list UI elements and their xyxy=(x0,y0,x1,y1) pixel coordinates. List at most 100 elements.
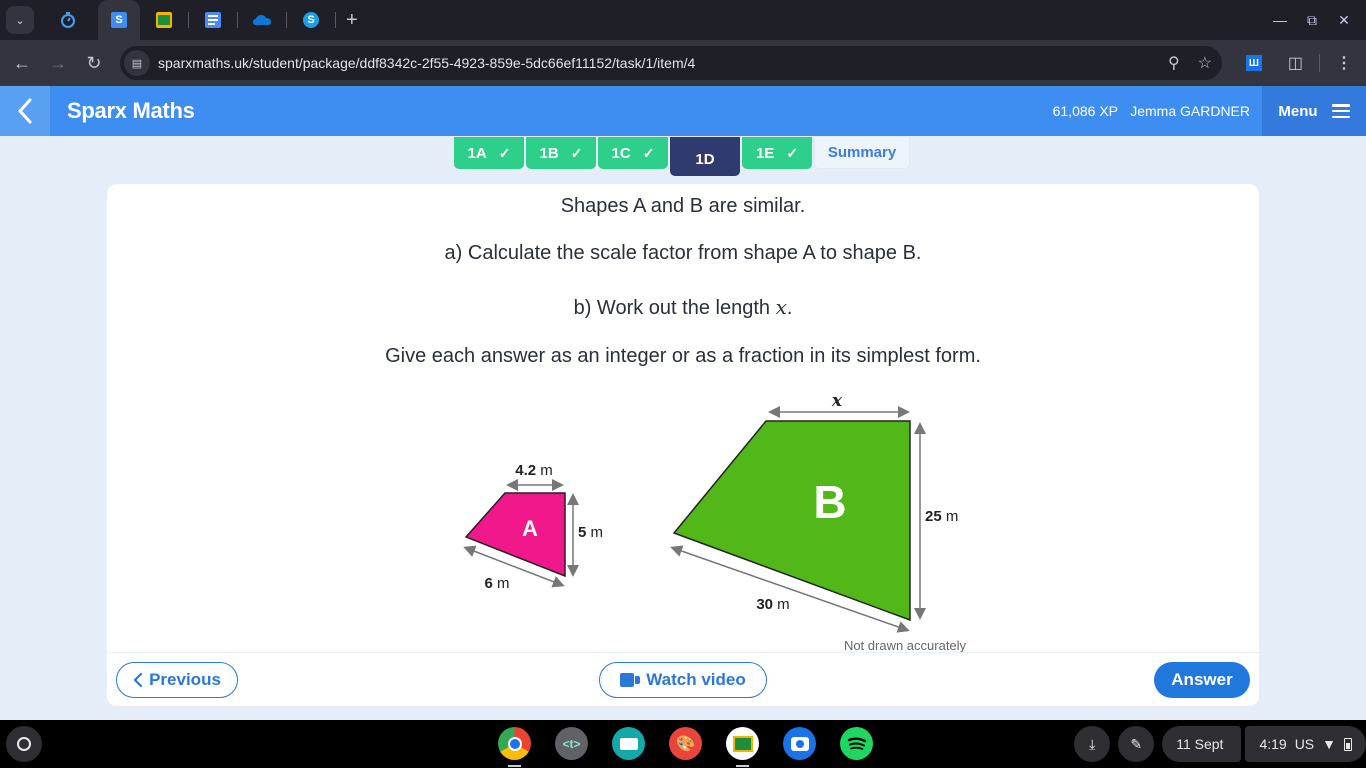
slides-app[interactable] xyxy=(612,727,645,760)
check-icon: ✓ xyxy=(498,144,511,161)
arrow-left-icon: ← xyxy=(13,52,31,73)
app-header: Sparx Maths 61,086 XP Jemma GARDNER Menu xyxy=(0,86,1366,136)
chrome-icon xyxy=(507,736,522,751)
task-tab-label: 1C xyxy=(611,144,631,162)
back-button[interactable]: ← xyxy=(4,53,40,74)
holding-space-button[interactable]: ⤓ xyxy=(1074,726,1111,762)
sparx-extension-icon[interactable]: Ш xyxy=(1245,55,1262,71)
browser-tab-classroom[interactable] xyxy=(140,0,188,40)
hamburger-icon xyxy=(1331,104,1350,118)
url-text[interactable]: sparxmaths.uk/student/package/ddf8342c-2… xyxy=(158,55,695,71)
task-tab-1b[interactable]: 1B ✓ xyxy=(526,137,596,169)
pen-icon: ✎ xyxy=(1130,735,1143,752)
task-tab-1a[interactable]: 1A ✓ xyxy=(454,137,524,169)
task-tab-summary[interactable]: Summary xyxy=(814,137,910,169)
canvas-app[interactable]: 🎨 xyxy=(669,727,702,760)
shape-b: B x 25 m 30 m xyxy=(670,391,958,633)
shape-b-bottom-length: 30 m xyxy=(756,596,789,613)
task-tab-label: 1D xyxy=(695,151,715,168)
task-tab-label: 1E xyxy=(755,144,775,162)
classroom-app[interactable] xyxy=(726,727,759,767)
google-classroom-icon xyxy=(156,12,172,28)
watch-video-button[interactable]: Watch video xyxy=(599,662,767,698)
site-info-button[interactable]: ▤ xyxy=(124,50,150,76)
minimize-icon: — xyxy=(1273,12,1287,28)
camera-icon xyxy=(790,736,809,751)
bookmark-star-icon[interactable]: ☆ xyxy=(1198,53,1212,73)
classroom-icon xyxy=(732,735,753,752)
slides-icon xyxy=(619,737,638,750)
forward-button[interactable]: → xyxy=(40,53,76,74)
part-b-suffix: . xyxy=(786,297,793,319)
tab-divider xyxy=(335,12,336,28)
shape-a-label: A xyxy=(522,516,538,541)
new-tab-button[interactable]: + xyxy=(346,9,358,32)
video-camera-icon xyxy=(620,673,641,687)
sparx-icon: S xyxy=(111,12,127,28)
more-vert-icon[interactable]: ⋮ xyxy=(1336,53,1352,73)
timer-icon xyxy=(61,12,75,28)
launcher-button[interactable] xyxy=(6,726,42,762)
check-icon: ✓ xyxy=(570,144,583,161)
spotify-app[interactable] xyxy=(840,727,873,760)
app-brand[interactable]: Sparx Maths xyxy=(67,98,195,124)
date-display[interactable]: 11 Sept xyxy=(1162,726,1242,762)
spotify-icon xyxy=(847,737,866,750)
browser-tab-onedrive[interactable] xyxy=(238,0,286,40)
task-item-tabs: 1A ✓ 1B ✓ 1C ✓ 1D 1E ✓ Summary xyxy=(454,137,910,176)
task-tab-1c[interactable]: 1C ✓ xyxy=(598,137,668,169)
question-part-a: a) Calculate the scale factor from shape… xyxy=(444,242,922,264)
shape-a-right-length: 5 m xyxy=(578,524,603,541)
task-tab-1e[interactable]: 1E ✓ xyxy=(742,137,812,169)
browser-tab-skype[interactable]: S xyxy=(287,0,335,40)
answer-button[interactable]: Answer xyxy=(1154,662,1250,698)
shape-a-polygon xyxy=(464,492,566,578)
app-back-button[interactable] xyxy=(0,86,50,136)
close-button[interactable]: ✕ xyxy=(1328,12,1360,29)
skype-icon: S xyxy=(303,12,319,28)
app-running-indicator xyxy=(736,765,749,767)
minimize-button[interactable]: — xyxy=(1264,12,1296,28)
variable-x: x xyxy=(775,295,787,319)
question-part-b: b) Work out the length x. xyxy=(107,295,1259,320)
app-running-indicator xyxy=(508,765,521,767)
browser-tab-sparx[interactable]: S xyxy=(98,0,140,40)
reload-button[interactable]: ↻ xyxy=(76,53,112,74)
answer-instructions: Give each answer as an integer or as a f… xyxy=(385,345,981,367)
palette-icon: 🎨 xyxy=(675,735,696,753)
onedrive-icon xyxy=(253,15,271,25)
shape-a-bottom-length: 6 m xyxy=(484,575,509,592)
xp-counter: 61,086 XP xyxy=(1052,103,1118,119)
battery-icon xyxy=(1344,737,1352,751)
question-card: Shapes A and B are similar. a) Calculate… xyxy=(107,184,1259,706)
download-icon: ⤓ xyxy=(1089,735,1096,752)
menu-button[interactable]: Menu xyxy=(1262,86,1366,136)
shape-b-top-length: x xyxy=(831,391,843,411)
browser-tab-timer[interactable] xyxy=(44,0,92,40)
chrome-app[interactable] xyxy=(498,727,531,767)
address-bar[interactable]: ▤ sparxmaths.uk/student/package/ddf8342c… xyxy=(120,46,1222,80)
shape-a: A 4.2 m 5 m 6 m xyxy=(463,462,603,592)
part-b-text: b) Work out the length xyxy=(573,297,776,319)
pinned-apps: <t> 🎨 xyxy=(498,727,873,767)
text-editor-app[interactable]: <t> xyxy=(555,727,588,760)
shape-b-right-length: 25 m xyxy=(925,508,958,525)
keyboard-locale: US xyxy=(1294,736,1315,752)
system-status-area[interactable]: 4:19 US ▼ xyxy=(1245,726,1366,762)
restore-button[interactable]: ⧉ xyxy=(1296,12,1328,29)
user-name: Jemma GARDNER xyxy=(1130,103,1250,119)
google-docs-icon xyxy=(205,12,221,28)
zoom-icon[interactable]: ⚲ xyxy=(1168,53,1180,73)
task-tab-label: 1B xyxy=(539,144,559,162)
os-shelf: <t> 🎨 ⤓ ✎ 11 Sept 4:19 US ▼ xyxy=(0,720,1366,768)
browser-tab-strip: ⌄ S S + — ⧉ ✕ xyxy=(0,0,1366,40)
camera-app[interactable] xyxy=(783,727,816,760)
extensions-puzzle-icon[interactable]: ◫ xyxy=(1288,53,1303,73)
tab-search-button[interactable]: ⌄ xyxy=(6,6,34,34)
task-tab-1d[interactable]: 1D xyxy=(670,137,740,176)
previous-button[interactable]: Previous xyxy=(116,662,238,698)
stylus-tools-button[interactable]: ✎ xyxy=(1118,726,1155,762)
browser-tab-docs[interactable] xyxy=(189,0,237,40)
site-info-icon: ▤ xyxy=(131,57,143,70)
launcher-icon xyxy=(17,737,31,751)
